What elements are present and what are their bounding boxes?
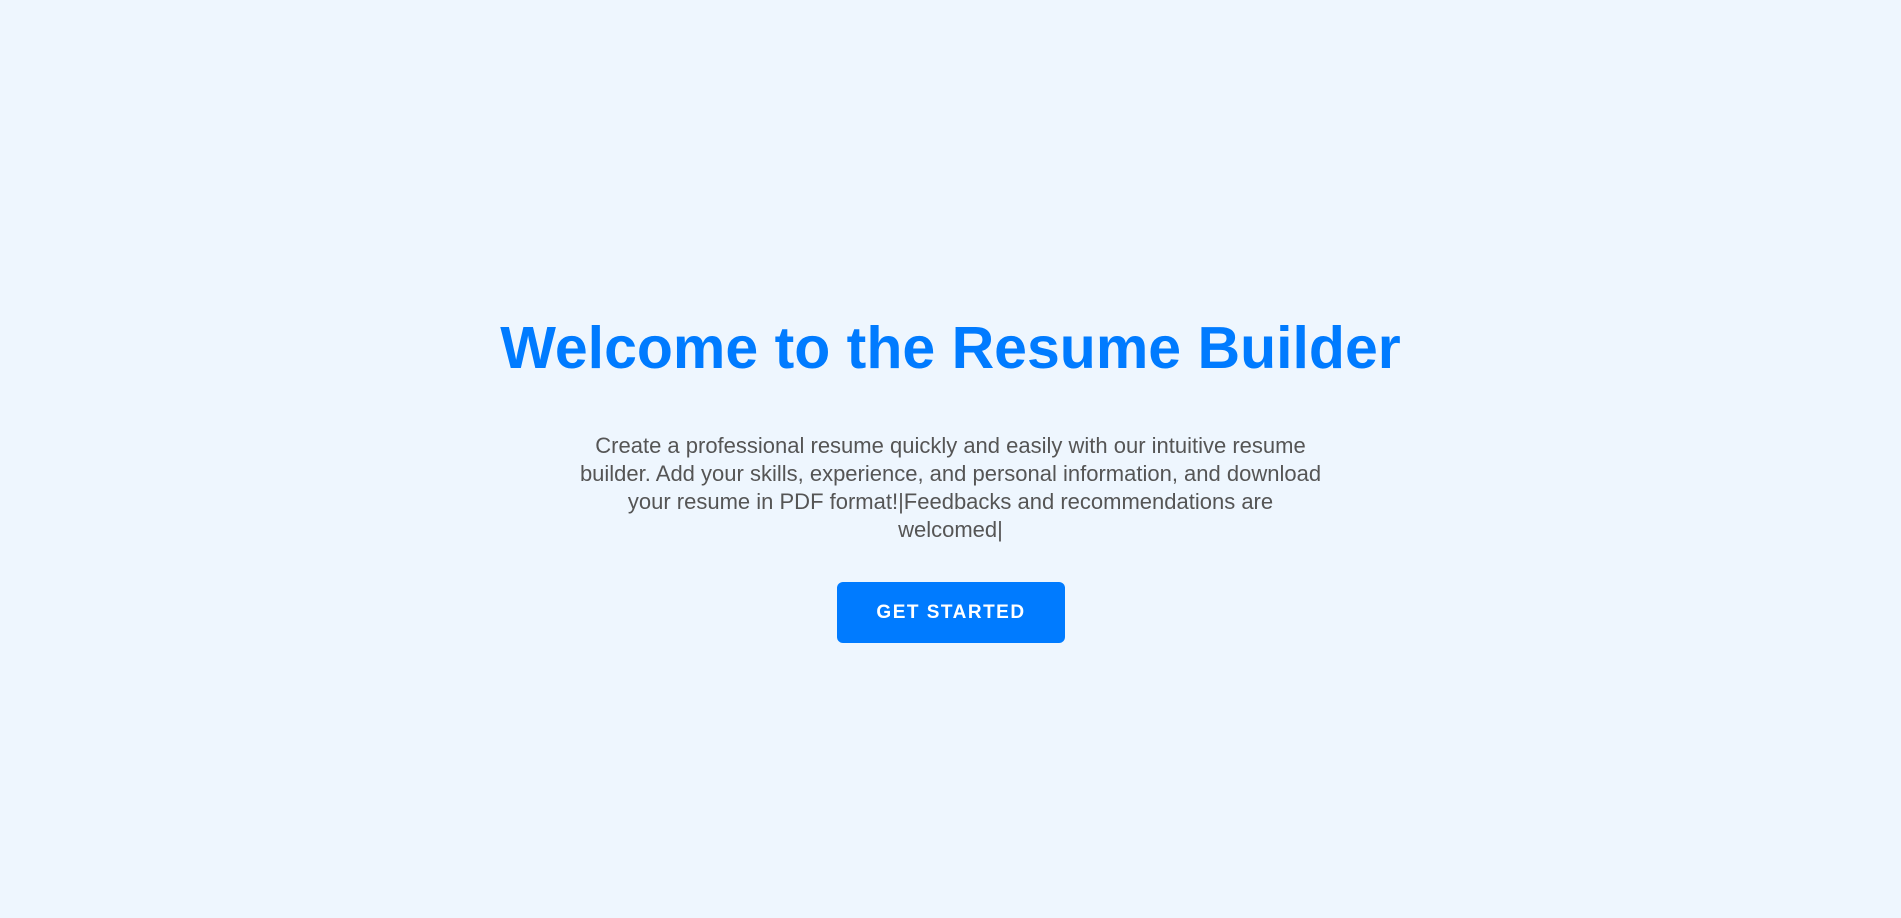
page-title: Welcome to the Resume Builder [500,315,1401,381]
get-started-button[interactable]: GET STARTED [837,582,1065,643]
hero-description: Create a professional resume quickly and… [579,433,1322,542]
